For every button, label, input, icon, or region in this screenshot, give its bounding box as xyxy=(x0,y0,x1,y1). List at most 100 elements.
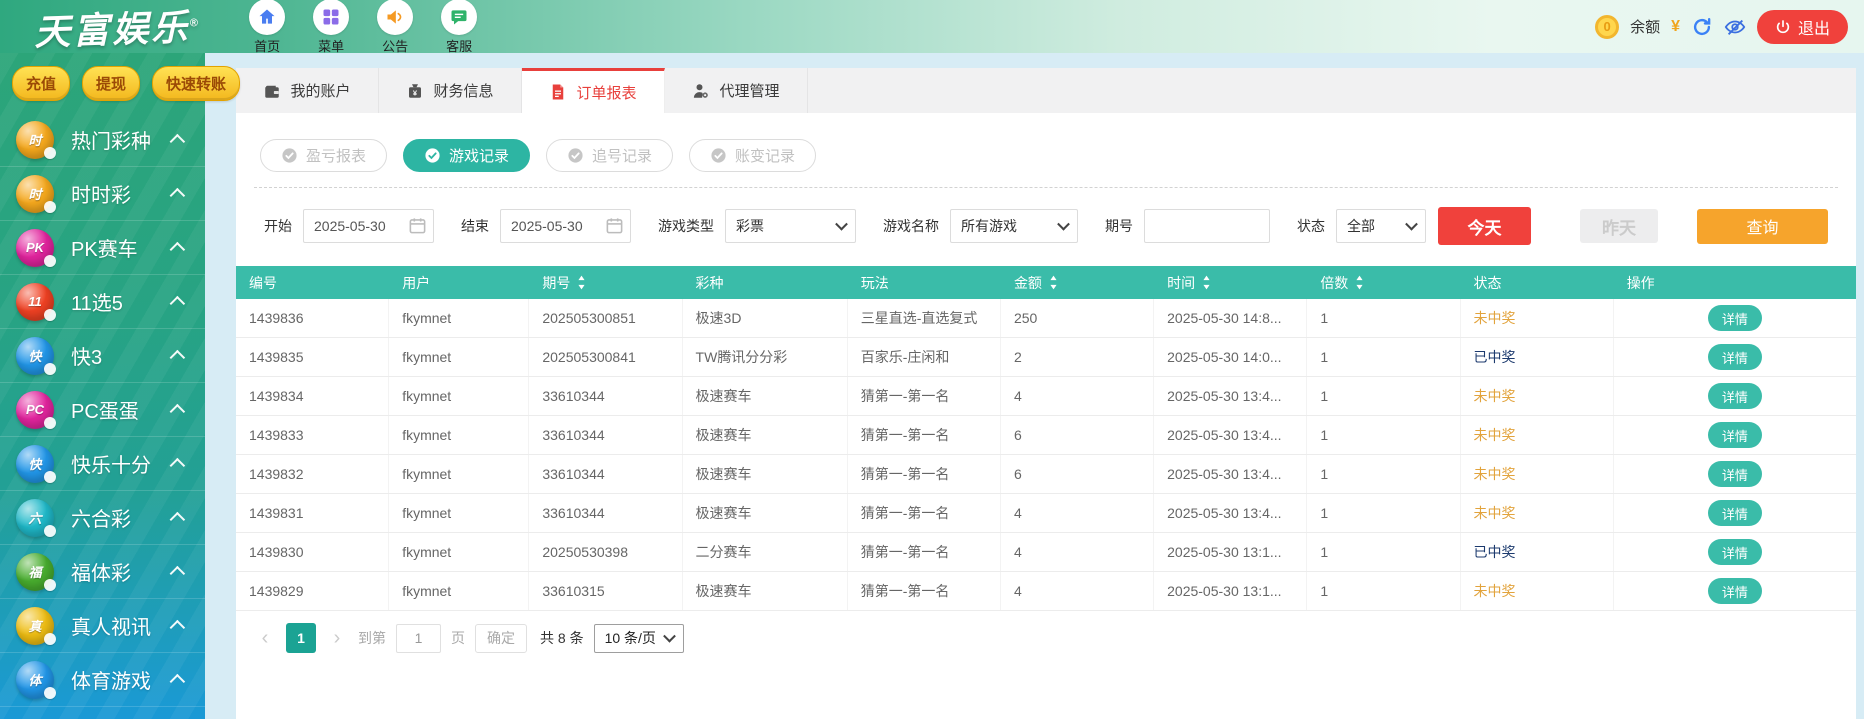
column-header[interactable]: 倍数 xyxy=(1307,273,1460,293)
cell-play: 猜第一-第一名 xyxy=(848,455,1001,493)
prev-page-arrow[interactable]: ‹ xyxy=(254,627,276,650)
per-page-select[interactable]: 10 条/页 xyxy=(594,624,684,653)
sidebar-item[interactable]: 快 快3 xyxy=(0,329,205,383)
sidebar-item-label: 真人视讯 xyxy=(71,611,174,640)
column-header[interactable]: 玩法 xyxy=(848,273,1001,293)
column-header[interactable]: 用户 xyxy=(389,273,529,293)
tab-label: 我的账户 xyxy=(290,80,350,101)
status-badge: 已中奖 xyxy=(1474,542,1516,562)
issue-label: 期号 xyxy=(1105,216,1133,236)
top-nav: 首页 菜单 公告 客服 xyxy=(242,0,484,55)
sidebar-item-label: PK赛车 xyxy=(71,233,174,262)
column-header[interactable]: 彩种 xyxy=(683,273,848,293)
game-type-select[interactable]: 彩票 xyxy=(725,209,856,243)
tab-label: 订单报表 xyxy=(576,82,636,103)
column-header[interactable]: 状态 xyxy=(1461,273,1614,293)
quick-transfer-button[interactable]: 快速转账 xyxy=(152,66,240,101)
sidebar-item[interactable]: 体 体育游戏 xyxy=(0,653,205,707)
goto-page-input[interactable] xyxy=(396,624,441,653)
detail-button[interactable]: 详情 xyxy=(1708,305,1762,331)
today-button[interactable]: 今天 xyxy=(1438,207,1531,245)
eye-off-icon[interactable] xyxy=(1724,16,1746,38)
nav-item-home[interactable]: 首页 xyxy=(242,0,292,55)
column-header[interactable]: 操作 xyxy=(1614,273,1856,293)
filter-row: 开始 结束 游戏类型 彩票 游戏名称 所有游戏 期号 状态 全部 xyxy=(236,207,1856,245)
lottery-ball-icon: 福 xyxy=(16,553,54,591)
sidebar-item-label: 福体彩 xyxy=(71,557,174,586)
cell-user: fkymnet xyxy=(389,494,529,532)
sidebar-item[interactable]: PK PK赛车 xyxy=(0,221,205,275)
next-page-arrow[interactable]: › xyxy=(326,627,348,650)
cell-user: fkymnet xyxy=(389,416,529,454)
cell-action: 详情 xyxy=(1614,299,1856,337)
status-select-wrap: 全部 xyxy=(1336,209,1426,243)
recharge-button[interactable]: 充值 xyxy=(12,66,70,101)
refresh-icon[interactable] xyxy=(1691,16,1713,38)
lottery-ball-icon: 快 xyxy=(16,337,54,375)
detail-button[interactable]: 详情 xyxy=(1708,422,1762,448)
column-header[interactable]: 期号 xyxy=(529,273,682,293)
cell-action: 详情 xyxy=(1614,455,1856,493)
tab-finance-info[interactable]: ¥ 财务信息 xyxy=(379,68,522,113)
subtab-profit-report[interactable]: 盈亏报表 xyxy=(260,139,387,172)
cell-lottery: 极速3D xyxy=(683,299,848,337)
sidebar-item[interactable]: 福 福体彩 xyxy=(0,545,205,599)
withdraw-button[interactable]: 提现 xyxy=(82,66,140,101)
nav-item-menu[interactable]: 菜单 xyxy=(306,0,356,55)
cell-issue: 33610344 xyxy=(529,416,682,454)
search-button[interactable]: 查询 xyxy=(1697,209,1828,244)
game-name-select[interactable]: 所有游戏 xyxy=(950,209,1078,243)
detail-button[interactable]: 详情 xyxy=(1708,500,1762,526)
sidebar-item[interactable]: PC PC蛋蛋 xyxy=(0,383,205,437)
cell-user: fkymnet xyxy=(389,299,529,337)
sidebar-item[interactable]: 时 时时彩 xyxy=(0,167,205,221)
yesterday-button[interactable]: 昨天 xyxy=(1580,209,1658,243)
subtab-chase-records[interactable]: 追号记录 xyxy=(546,139,673,172)
sidebar-item-label: 六合彩 xyxy=(71,503,174,532)
cell-id: 1439830 xyxy=(236,533,389,571)
tab-agent-manage[interactable]: 代理管理 xyxy=(665,68,808,113)
sidebar-item[interactable]: 快 快乐十分 xyxy=(0,437,205,491)
column-header[interactable]: 金额 xyxy=(1001,273,1154,293)
sidebar-item[interactable]: 真 真人视讯 xyxy=(0,599,205,653)
detail-button[interactable]: 详情 xyxy=(1708,578,1762,604)
subtab-account-changes[interactable]: 账变记录 xyxy=(689,139,816,172)
status-select[interactable]: 全部 xyxy=(1336,209,1426,243)
detail-button[interactable]: 详情 xyxy=(1708,344,1762,370)
tab-my-account[interactable]: 我的账户 xyxy=(236,68,379,113)
cell-status: 已中奖 xyxy=(1461,533,1614,571)
detail-button[interactable]: 详情 xyxy=(1708,461,1762,487)
detail-button[interactable]: 详情 xyxy=(1708,383,1762,409)
balance-label: 余额 xyxy=(1630,16,1660,37)
cell-multiple: 1 xyxy=(1307,455,1460,493)
cell-multiple: 1 xyxy=(1307,494,1460,532)
cell-amount: 4 xyxy=(1001,494,1154,532)
nav-label: 首页 xyxy=(254,36,280,55)
nav-item-customer-service[interactable]: 客服 xyxy=(434,0,484,55)
start-date-input[interactable] xyxy=(303,209,434,243)
sort-icon xyxy=(1202,275,1211,290)
tab-order-report[interactable]: 订单报表 xyxy=(522,68,665,113)
goto-confirm-button[interactable]: 确定 xyxy=(475,624,527,653)
column-header[interactable]: 时间 xyxy=(1154,273,1307,293)
current-page-button[interactable]: 1 xyxy=(286,623,316,653)
sidebar-item[interactable]: 11 11选5 xyxy=(0,275,205,329)
subtab-game-records[interactable]: 游戏记录 xyxy=(403,139,530,172)
finance-icon: ¥ xyxy=(406,82,424,100)
cell-action: 详情 xyxy=(1614,416,1856,454)
sidebar-item[interactable]: 时 热门彩种 xyxy=(0,113,205,167)
main-area: 我的账户 ¥ 财务信息 订单报表 代理管理 盈亏报表 游戏记 xyxy=(205,53,1864,719)
subtab-label: 游戏记录 xyxy=(449,145,509,166)
issue-number-input[interactable] xyxy=(1144,209,1270,243)
column-header[interactable]: 编号 xyxy=(236,273,389,293)
detail-button[interactable]: 详情 xyxy=(1708,539,1762,565)
cell-time: 2025-05-30 13:4... xyxy=(1154,494,1307,532)
cell-play: 猜第一-第一名 xyxy=(848,416,1001,454)
logout-button[interactable]: 退出 xyxy=(1757,10,1848,44)
cell-play: 百家乐-庄闲和 xyxy=(848,338,1001,376)
sidebar-item[interactable]: 六 六合彩 xyxy=(0,491,205,545)
cell-user: fkymnet xyxy=(389,377,529,415)
nav-item-announcement[interactable]: 公告 xyxy=(370,0,420,55)
cell-multiple: 1 xyxy=(1307,533,1460,571)
end-date-input[interactable] xyxy=(500,209,631,243)
